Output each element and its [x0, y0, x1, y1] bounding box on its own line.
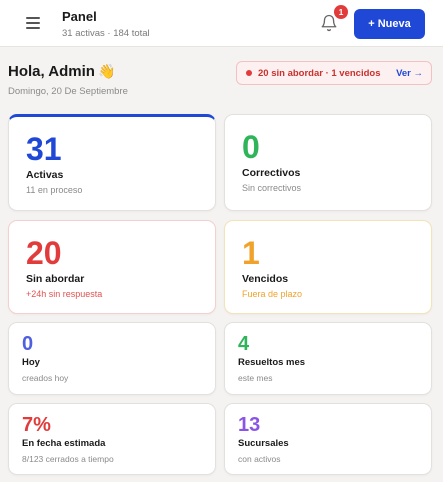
new-button[interactable]: + Nueva	[354, 9, 425, 39]
page-subtitle: 31 activas · 184 total	[62, 28, 150, 39]
card-title: Activas	[26, 169, 64, 181]
card-title: Vencidos	[242, 273, 289, 285]
card-value: 1	[242, 235, 260, 271]
card-value: 31	[26, 131, 62, 167]
card-subtitle: Sin correctivos	[242, 183, 302, 193]
card-subtitle: 11 en proceso	[26, 185, 83, 195]
card-subtitle: creados hoy	[22, 373, 69, 383]
greeting-text: Hola, Admin	[8, 63, 95, 80]
current-date: Domingo, 20 De Septiembre	[8, 86, 128, 97]
card-activas[interactable]: 31 Activas 11 en proceso	[8, 114, 216, 211]
top-bar: Panel 31 activas · 184 total 1 + Nueva	[0, 0, 443, 47]
card-title: Hoy	[22, 357, 40, 368]
card-title: Sin abordar	[26, 273, 85, 285]
card-sin-abordar[interactable]: 20 Sin abordar +24h sin respuesta	[8, 220, 216, 314]
card-title: Correctivos	[242, 167, 301, 179]
card-hoy[interactable]: 0 Hoy creados hoy	[8, 322, 216, 395]
card-correctivos[interactable]: 0 Correctivos Sin correctivos	[224, 114, 432, 211]
card-title: En fecha estimada	[22, 438, 106, 449]
card-title: Resueltos mes	[238, 357, 306, 368]
card-subtitle: +24h sin respuesta	[26, 289, 103, 299]
card-subtitle: con activos	[238, 454, 281, 464]
alert-view-link[interactable]: Ver →	[396, 68, 423, 79]
card-en-fecha-estimada[interactable]: 7% En fecha estimada 8/123 cerrados a ti…	[8, 403, 216, 475]
card-value: 13	[238, 414, 261, 436]
notification-badge: 1	[334, 5, 348, 19]
card-subtitle: este mes	[238, 373, 273, 383]
alert-banner: 20 sin abordar · 1 vencidos Ver →	[236, 61, 432, 85]
card-resueltos-mes[interactable]: 4 Resueltos mes este mes	[224, 322, 432, 395]
card-value: 0	[22, 333, 34, 355]
card-value: 7%	[22, 414, 51, 436]
card-subtitle: 8/123 cerrados a tiempo	[22, 454, 114, 464]
greeting: Hola, Admin 👋	[8, 63, 115, 80]
card-sucursales[interactable]: 13 Sucursales con activos	[224, 403, 432, 475]
card-title: Sucursales	[238, 438, 289, 449]
card-subtitle: Fuera de plazo	[242, 289, 303, 299]
hamburger-icon[interactable]	[26, 17, 40, 29]
card-value: 0	[242, 129, 260, 165]
alert-dot-icon	[246, 70, 252, 76]
card-value: 4	[238, 333, 250, 355]
page-title: Panel	[62, 9, 97, 24]
card-value: 20	[26, 235, 62, 271]
card-vencidos[interactable]: 1 Vencidos Fuera de plazo	[224, 220, 432, 314]
wave-icon: 👋	[97, 63, 116, 79]
alert-text: 20 sin abordar · 1 vencidos	[258, 67, 381, 79]
